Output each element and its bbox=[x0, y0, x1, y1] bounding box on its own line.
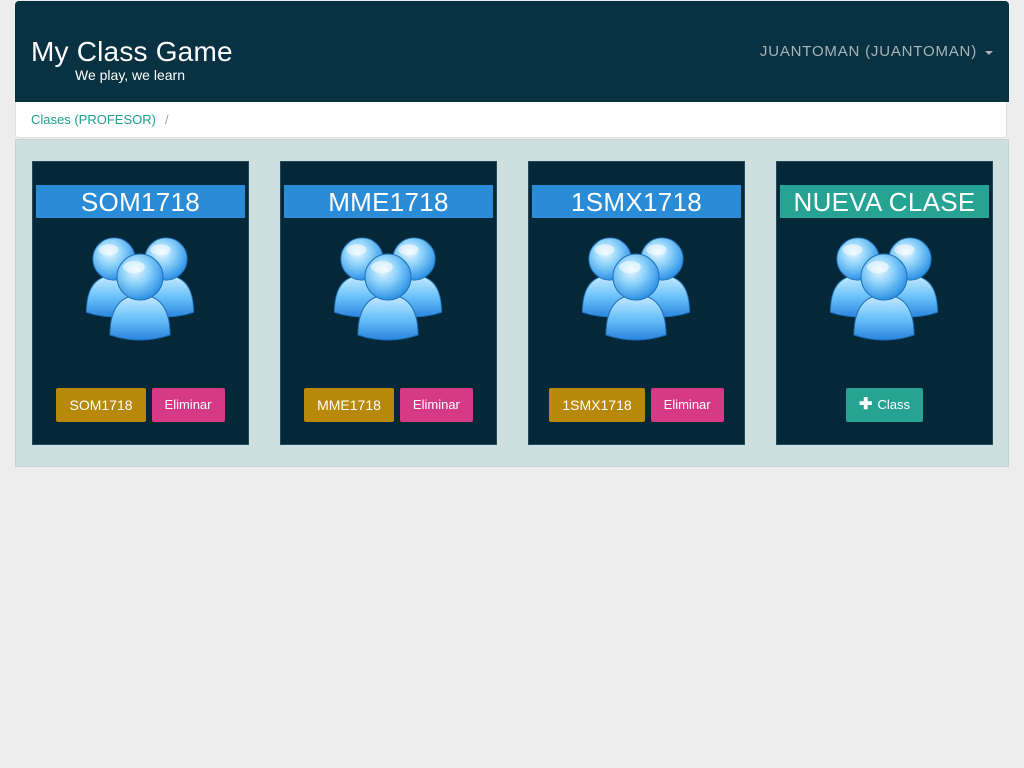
add-class-label: Class bbox=[877, 397, 910, 412]
group-users-icon bbox=[326, 229, 450, 353]
class-card-title: 1SMX1718 bbox=[532, 185, 741, 218]
delete-class-button[interactable]: Eliminar bbox=[650, 388, 724, 422]
open-class-button[interactable]: MME1718 bbox=[304, 388, 394, 422]
breadcrumb-link-classes[interactable]: Clases (PROFESOR) bbox=[31, 112, 156, 127]
user-menu[interactable]: JUANTOMAN (JUANTOMAN) bbox=[760, 43, 993, 60]
plus-icon: ✚ bbox=[859, 396, 873, 413]
group-users-icon bbox=[574, 229, 698, 353]
class-card: MME1718 MME1718 Eliminar bbox=[280, 161, 497, 445]
top-navbar: My Class Game We play, we learn JUANTOMA… bbox=[15, 1, 1009, 102]
class-card-title: MME1718 bbox=[284, 185, 493, 218]
group-users-icon bbox=[78, 229, 202, 353]
open-class-button[interactable]: SOM1718 bbox=[56, 388, 146, 422]
group-users-icon bbox=[822, 229, 946, 353]
breadcrumb-separator: / bbox=[164, 112, 169, 127]
breadcrumb: Clases (PROFESOR) / bbox=[15, 102, 1007, 138]
class-list-panel: SOM1718 SOM1718 Eliminar MME1718 MME1718… bbox=[15, 139, 1009, 467]
class-card-title: SOM1718 bbox=[36, 185, 245, 218]
class-card: 1SMX1718 1SMX1718 Eliminar bbox=[528, 161, 745, 445]
open-class-button[interactable]: 1SMX1718 bbox=[549, 388, 645, 422]
delete-class-button[interactable]: Eliminar bbox=[151, 388, 225, 422]
add-class-button[interactable]: ✚ Class bbox=[846, 388, 923, 422]
class-card: SOM1718 SOM1718 Eliminar bbox=[32, 161, 249, 445]
delete-class-button[interactable]: Eliminar bbox=[399, 388, 473, 422]
caret-down-icon bbox=[985, 50, 993, 55]
new-class-title: NUEVA CLASE bbox=[780, 185, 989, 218]
new-class-card: NUEVA CLASE ✚ Class bbox=[776, 161, 993, 445]
user-menu-label: JUANTOMAN (JUANTOMAN) bbox=[759, 43, 977, 60]
brand-tagline: We play, we learn bbox=[75, 67, 185, 83]
brand-title[interactable]: My Class Game bbox=[31, 35, 233, 69]
